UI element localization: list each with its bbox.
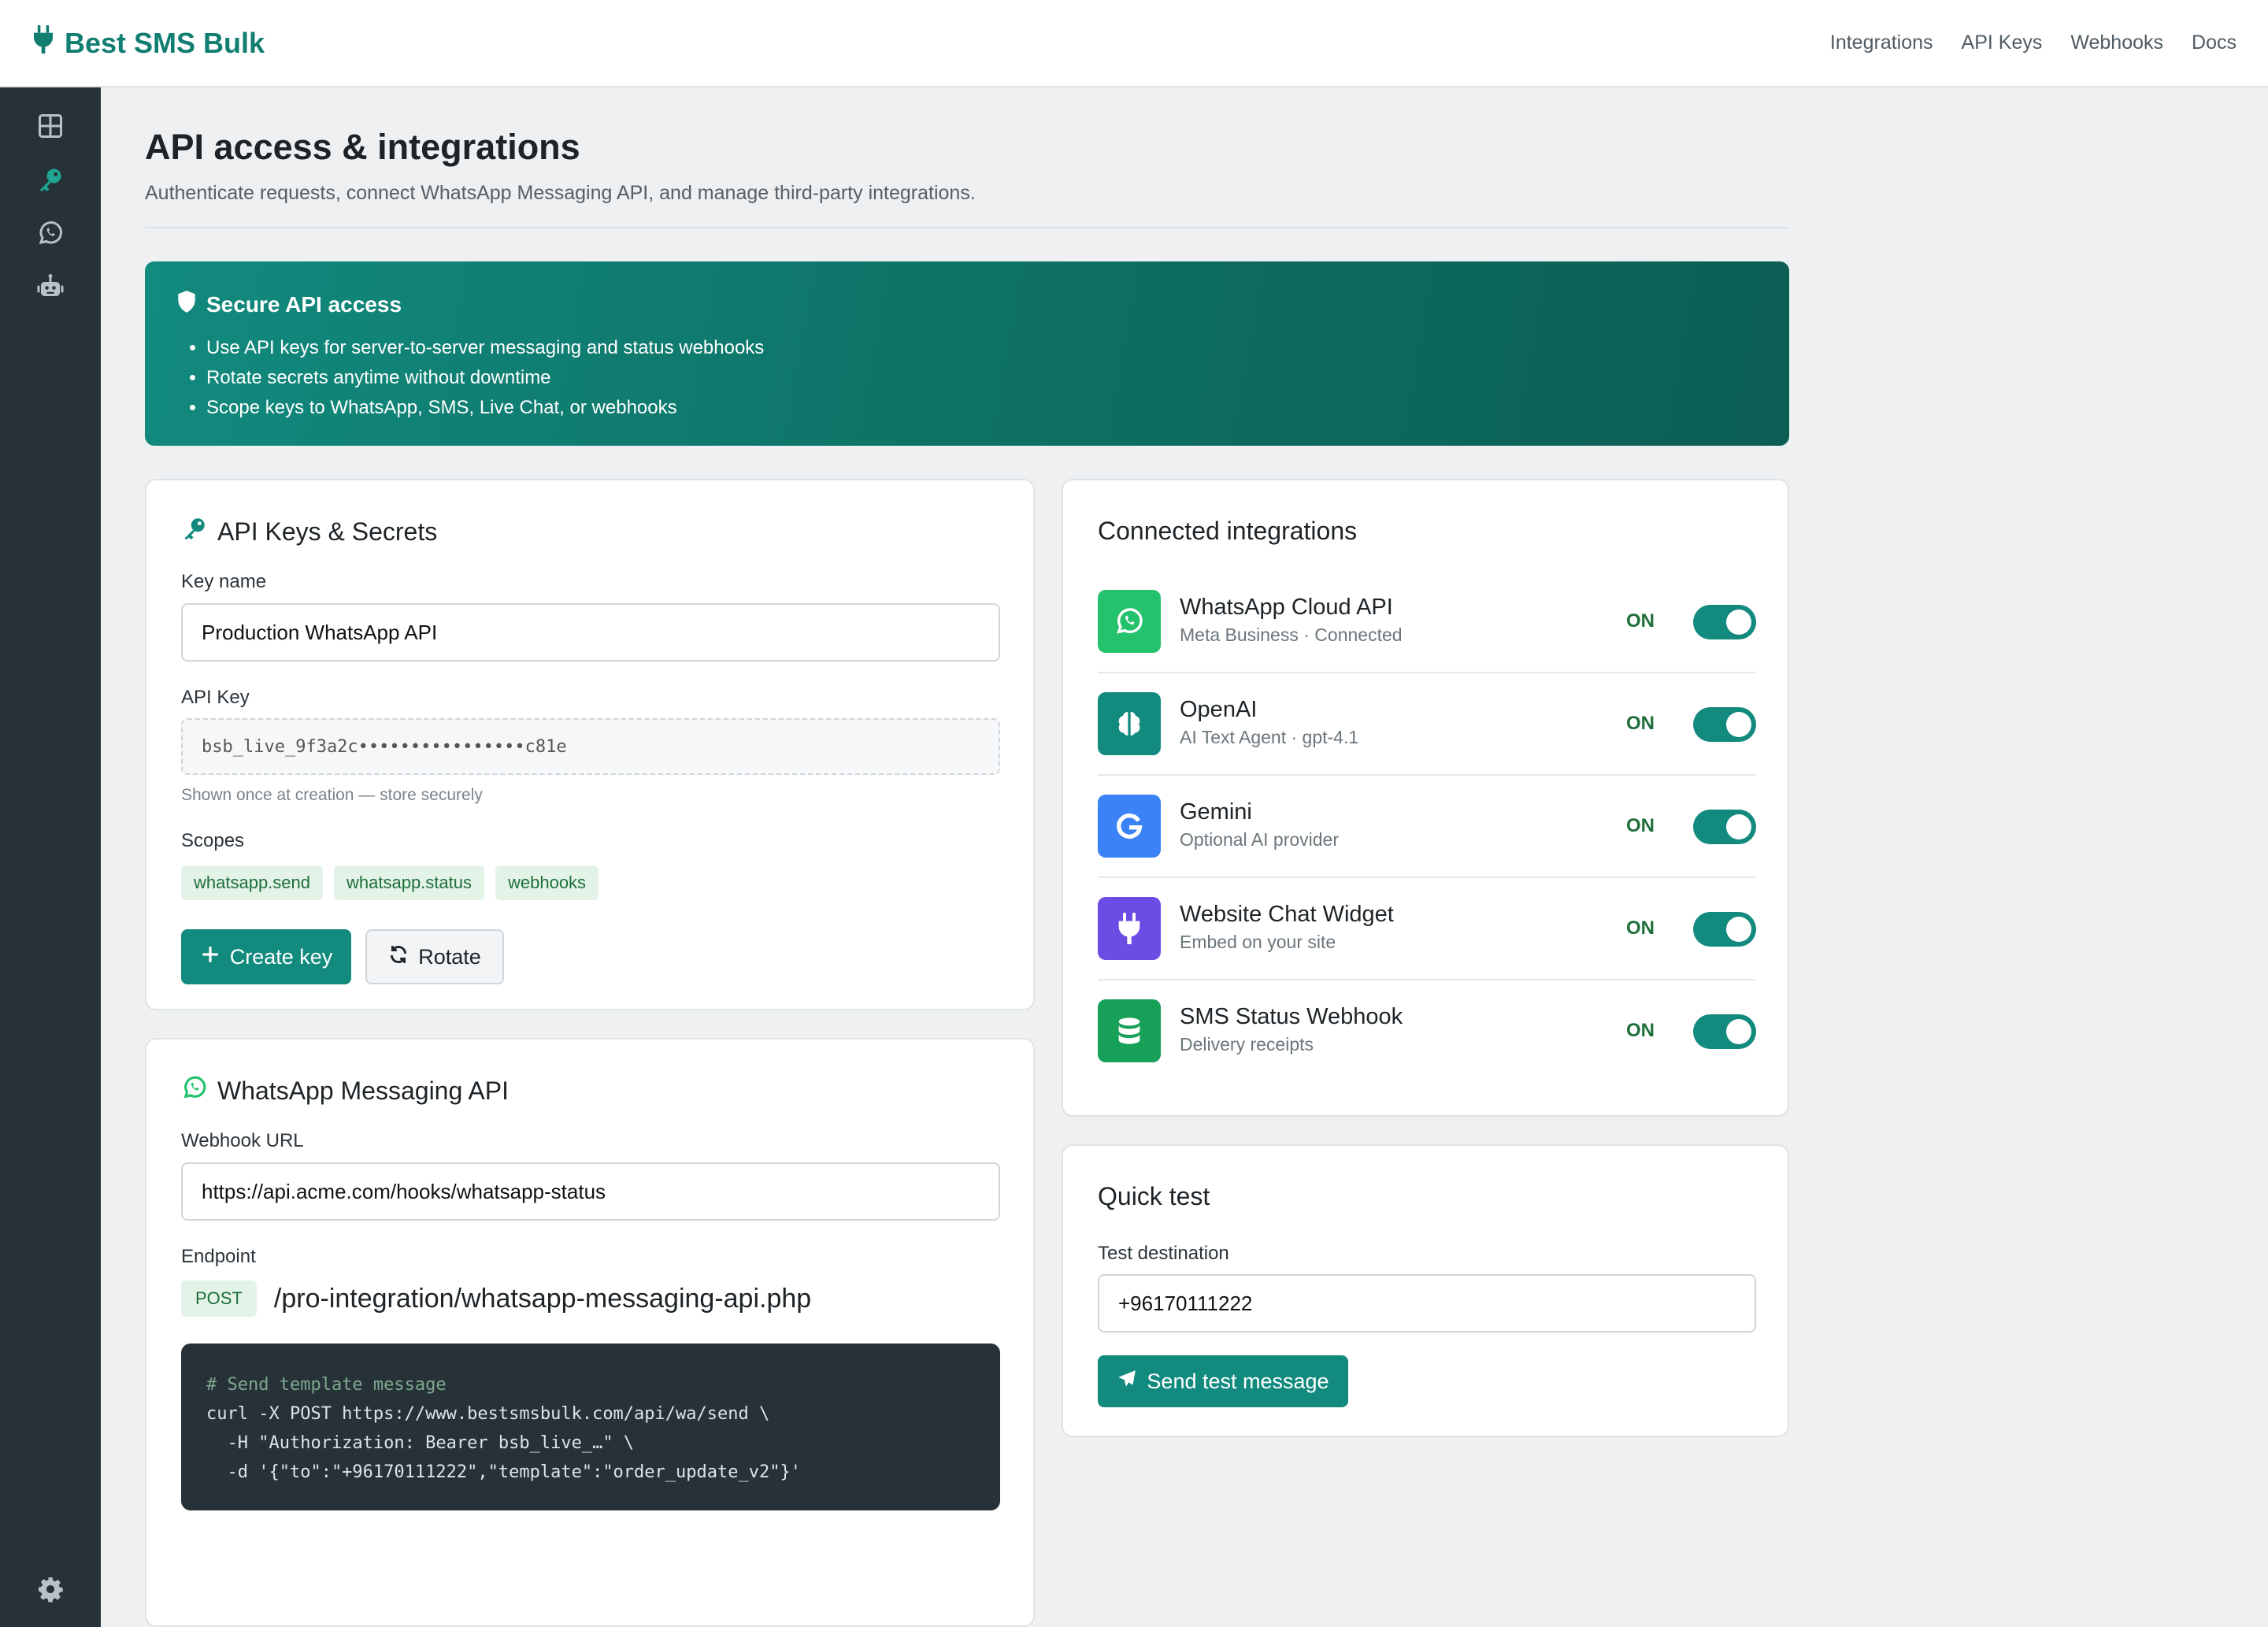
integration-subtitle: AI Text Agent · gpt-4.1 bbox=[1180, 727, 1359, 747]
rotate-button[interactable]: Rotate bbox=[365, 929, 504, 984]
integration-row: SMS Status Webhook Delivery receipts ON bbox=[1098, 980, 1756, 1083]
api-keys-title: API Keys & Secrets bbox=[217, 517, 438, 546]
integration-toggle[interactable] bbox=[1693, 810, 1756, 844]
database-icon bbox=[1098, 999, 1161, 1062]
endpoint-row: POST /pro-integration/whatsapp-messaging… bbox=[181, 1280, 811, 1317]
shield-icon bbox=[176, 290, 197, 319]
integration-name: Gemini bbox=[1180, 799, 1252, 825]
send-test-button[interactable]: Send test message bbox=[1098, 1355, 1348, 1407]
integration-toggle[interactable] bbox=[1693, 707, 1756, 742]
integration-status: ON bbox=[1626, 917, 1655, 939]
integration-subtitle: Meta Business · Connected bbox=[1180, 624, 1403, 645]
integration-status: ON bbox=[1626, 1020, 1655, 1041]
webhook-url-label: Webhook URL bbox=[181, 1130, 304, 1151]
create-key-button[interactable]: Create key bbox=[181, 929, 351, 984]
webhook-url-input[interactable]: https://api.acme.com/hooks/whatsapp-stat… bbox=[181, 1162, 1000, 1221]
code-line: -d '{"to":"+96170111222","template":"ord… bbox=[206, 1462, 801, 1482]
scope-chip[interactable]: whatsapp.status bbox=[334, 865, 484, 900]
key-icon bbox=[181, 515, 208, 548]
method-badge: POST bbox=[181, 1280, 257, 1317]
test-destination-label: Test destination bbox=[1098, 1243, 1229, 1264]
integration-row: Website Chat Widget Embed on your site O… bbox=[1098, 878, 1756, 980]
integration-subtitle: Optional AI provider bbox=[1180, 829, 1340, 850]
grid-icon[interactable] bbox=[35, 110, 66, 142]
plug-icon bbox=[32, 25, 55, 61]
whatsapp-icon[interactable] bbox=[35, 217, 66, 249]
integrations-card: Connected integrations WhatsApp Cloud AP… bbox=[1062, 479, 1789, 1117]
whatsapp-icon bbox=[1098, 590, 1161, 653]
integration-row: WhatsApp Cloud API Meta Business · Conne… bbox=[1098, 571, 1756, 673]
api-key-field[interactable]: bsb_live_9f3a2c••••••••••••••••c81e bbox=[181, 718, 1000, 775]
endpoint-path: /pro-integration/whatsapp-messaging-api.… bbox=[273, 1283, 812, 1314]
whatsapp-api-card: WhatsApp Messaging API Webhook URL https… bbox=[145, 1038, 1035, 1627]
integration-status: ON bbox=[1626, 610, 1655, 632]
integration-name: OpenAI bbox=[1180, 697, 1258, 722]
integration-name: WhatsApp Cloud API bbox=[1180, 595, 1393, 620]
test-destination-input[interactable]: +96170111222 bbox=[1098, 1274, 1756, 1332]
integration-subtitle: Delivery receipts bbox=[1180, 1034, 1314, 1054]
banner-title: Secure API access bbox=[206, 291, 402, 317]
google-icon bbox=[1098, 795, 1161, 858]
integration-name: Website Chat Widget bbox=[1180, 902, 1394, 927]
nav-webhooks[interactable]: Webhooks bbox=[2070, 32, 2163, 54]
integration-status: ON bbox=[1626, 713, 1655, 734]
plug-icon bbox=[1098, 897, 1161, 960]
scope-chip[interactable]: webhooks bbox=[495, 865, 599, 900]
integration-subtitle: Embed on your site bbox=[1180, 932, 1336, 952]
secure-api-banner: Secure API access Use API keys for serve… bbox=[145, 261, 1789, 446]
gear-icon[interactable] bbox=[35, 1573, 66, 1605]
whatsapp-api-title: WhatsApp Messaging API bbox=[217, 1076, 509, 1105]
scope-chip[interactable]: whatsapp.send bbox=[181, 865, 323, 900]
banner-list: Use API keys for server-to-server messag… bbox=[176, 333, 1758, 423]
integration-toggle[interactable] bbox=[1693, 605, 1756, 639]
banner-bullet: Use API keys for server-to-server messag… bbox=[206, 333, 1758, 363]
whatsapp-icon bbox=[181, 1074, 208, 1107]
api-key-label: API Key bbox=[181, 687, 250, 708]
key-name-label: Key name bbox=[181, 571, 267, 592]
key-icon[interactable] bbox=[35, 164, 66, 195]
nav-docs[interactable]: Docs bbox=[2192, 32, 2236, 54]
brand-name: Best SMS Bulk bbox=[65, 26, 265, 59]
api-keys-card: API Keys & Secrets Key name Production W… bbox=[145, 479, 1035, 1010]
scopes-label: Scopes bbox=[181, 830, 245, 851]
integration-row: OpenAI AI Text Agent · gpt-4.1 ON bbox=[1098, 673, 1756, 776]
plus-icon bbox=[200, 944, 220, 970]
brain-icon bbox=[1098, 692, 1161, 755]
quick-test-card: Quick test Test destination +96170111222… bbox=[1062, 1144, 1789, 1437]
create-key-label: Create key bbox=[229, 944, 333, 969]
code-line: curl -X POST https://www.bestsmsbulk.com… bbox=[206, 1404, 770, 1424]
rotate-label: Rotate bbox=[418, 944, 481, 969]
send-icon bbox=[1117, 1369, 1137, 1395]
endpoint-label: Endpoint bbox=[181, 1246, 256, 1267]
page-title: API access & integrations bbox=[145, 127, 580, 167]
brand[interactable]: Best SMS Bulk bbox=[32, 25, 265, 61]
nav-integrations[interactable]: Integrations bbox=[1830, 32, 1933, 54]
integrations-title: Connected integrations bbox=[1098, 517, 1358, 545]
key-name-input[interactable]: Production WhatsApp API bbox=[181, 603, 1000, 662]
integration-status: ON bbox=[1626, 815, 1655, 836]
divider bbox=[145, 227, 1789, 228]
banner-bullet: Scope keys to WhatsApp, SMS, Live Chat, … bbox=[206, 393, 1758, 423]
api-key-hint: Shown once at creation — store securely bbox=[181, 786, 483, 804]
robot-icon[interactable] bbox=[35, 271, 66, 302]
banner-bullet: Rotate secrets anytime without downtime bbox=[206, 363, 1758, 393]
send-test-label: Send test message bbox=[1147, 1369, 1329, 1393]
code-line: -H "Authorization: Bearer bsb_live_…" \ bbox=[206, 1433, 635, 1453]
integration-row: Gemini Optional AI provider ON bbox=[1098, 776, 1756, 878]
top-bar: Best SMS Bulk Integrations API Keys Webh… bbox=[0, 0, 2268, 87]
integration-toggle[interactable] bbox=[1693, 1014, 1756, 1049]
integration-toggle[interactable] bbox=[1693, 912, 1756, 947]
code-sample: # Send template message curl -X POST htt… bbox=[181, 1343, 1000, 1510]
top-nav: Integrations API Keys Webhooks Docs bbox=[1830, 32, 2236, 54]
refresh-icon bbox=[388, 944, 409, 970]
sidebar bbox=[0, 87, 101, 1627]
code-comment: # Send template message bbox=[206, 1375, 447, 1395]
page-subtitle: Authenticate requests, connect WhatsApp … bbox=[145, 182, 976, 204]
nav-api-keys[interactable]: API Keys bbox=[1962, 32, 2043, 54]
scopes-list: whatsapp.send whatsapp.status webhooks bbox=[181, 865, 599, 900]
quick-test-title: Quick test bbox=[1098, 1182, 1210, 1210]
integration-name: SMS Status Webhook bbox=[1180, 1004, 1403, 1029]
